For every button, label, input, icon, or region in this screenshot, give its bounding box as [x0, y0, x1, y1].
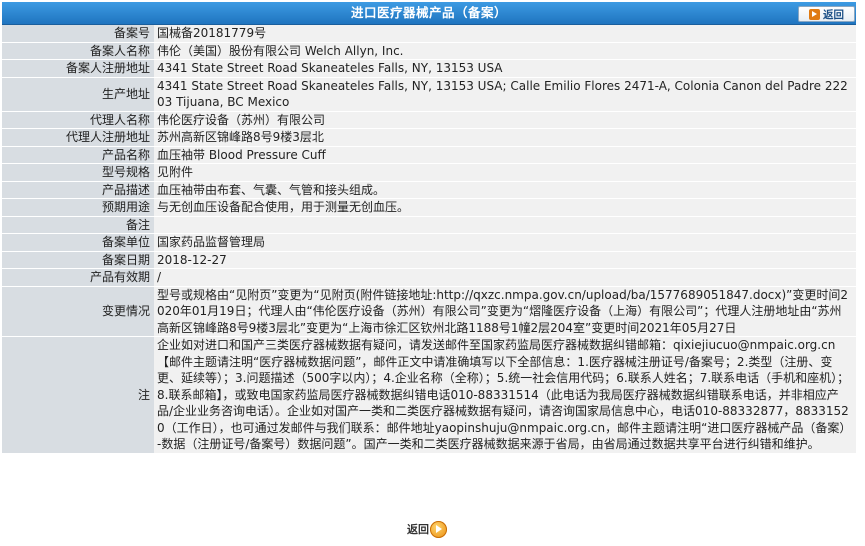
table-row: 预期用途 与无创血压设备配合使用，用于测量无创血压。 — [2, 198, 856, 217]
row-label: 预期用途 — [2, 198, 154, 217]
row-label: 备案人注册地址 — [2, 59, 154, 78]
row-value: 伟伦（美国）股份有限公司 Welch Allyn, Inc. — [154, 42, 856, 60]
row-label: 注 — [2, 336, 154, 454]
row-label: 产品有效期 — [2, 268, 154, 287]
back-button-bottom[interactable]: 返回 — [407, 517, 453, 541]
row-label: 代理人注册地址 — [2, 128, 154, 147]
table-row: 备注 — [2, 216, 856, 234]
table-row: 代理人名称 伟伦医疗设备（苏州）有限公司 — [2, 111, 856, 129]
table-row: 变更情况 型号或规格由“见附页”变更为“见附页(附件链接地址:http://qxz… — [2, 286, 856, 337]
table-row: 注企业如对进口和国产三类医疗器械数据有疑问，请发送邮件至国家药监局医疗器械数据纠… — [2, 336, 856, 454]
table-row: 代理人注册地址 苏州高新区锦峰路8号9楼3层北 — [2, 128, 856, 147]
table-row: 产品名称 血压袖带 Blood Pressure Cuff — [2, 146, 856, 164]
row-value: 4341 State Street Road Skaneateles Falls… — [154, 77, 856, 112]
record-detail-page: 进口医疗器械产品（备案） 返回 备案号 国械备20181779号 备案人名称 伟伦（美… — [0, 0, 865, 546]
row-label: 型号规格 — [2, 163, 154, 182]
row-label: 产品描述 — [2, 181, 154, 199]
row-value: 血压袖带由布套、气囊、气管和接头组成。 — [154, 181, 856, 199]
row-label: 备注 — [2, 216, 154, 234]
record-info-table: 备案号 国械备20181779号 备案人名称 伟伦（美国）股份有限公司 Welch A… — [2, 25, 856, 454]
row-value — [154, 216, 856, 234]
row-value: 与无创血压设备配合使用，用于测量无创血压。 — [154, 198, 856, 217]
row-value: 4341 State Street Road Skaneateles Falls… — [154, 59, 856, 78]
row-value: 企业如对进口和国产三类医疗器械数据有疑问，请发送邮件至国家药监局医疗器械数据纠错… — [154, 336, 856, 454]
row-value: 苏州高新区锦峰路8号9楼3层北 — [154, 128, 856, 147]
row-value: 国械备20181779号 — [154, 25, 856, 43]
table-row: 备案人名称 伟伦（美国）股份有限公司 Welch Allyn, Inc. — [2, 42, 856, 60]
arrow-right-icon — [809, 8, 820, 20]
row-value: 2018-12-27 — [154, 251, 856, 269]
bottom-bar: 返回 — [2, 513, 856, 544]
page-title: 进口医疗器械产品（备案） — [350, 5, 507, 20]
row-label: 备案号 — [2, 25, 154, 43]
row-value: / — [154, 268, 856, 287]
row-label: 备案人名称 — [2, 42, 154, 60]
row-value: 血压袖带 Blood Pressure Cuff — [154, 146, 856, 164]
row-label: 备案日期 — [2, 251, 154, 269]
row-value: 国家药品监督管理局 — [154, 233, 856, 252]
title-bar: 进口医疗器械产品（备案） 返回 — [2, 2, 856, 25]
row-label: 备案单位 — [2, 233, 154, 252]
table-row: 备案日期 2018-12-27 — [2, 251, 856, 269]
back-button-top[interactable]: 返回 — [798, 6, 855, 22]
row-label: 产品名称 — [2, 146, 154, 164]
back-button-top-label: 返回 — [823, 8, 844, 21]
table-row: 产品有效期 / — [2, 268, 856, 287]
table-row: 备案人注册地址 4341 State Street Road Skaneatele… — [2, 59, 856, 78]
circle-arrow-icon — [430, 520, 447, 538]
row-label: 生产地址 — [2, 77, 154, 112]
table-row: 生产地址 4341 State Street Road Skaneateles F… — [2, 77, 856, 112]
row-value: 见附件 — [154, 163, 856, 182]
table-row: 备案号 国械备20181779号 — [2, 25, 856, 43]
table-row: 型号规格 见附件 — [2, 163, 856, 182]
row-value: 型号或规格由“见附页”变更为“见附页(附件链接地址:http://qxzc.nm… — [154, 286, 856, 337]
row-value: 伟伦医疗设备（苏州）有限公司 — [154, 111, 856, 129]
table-row: 备案单位 国家药品监督管理局 — [2, 233, 856, 252]
table-row: 产品描述 血压袖带由布套、气囊、气管和接头组成。 — [2, 181, 856, 199]
row-label: 变更情况 — [2, 286, 154, 337]
back-button-bottom-label: 返回 — [407, 523, 429, 536]
row-label: 代理人名称 — [2, 111, 154, 129]
